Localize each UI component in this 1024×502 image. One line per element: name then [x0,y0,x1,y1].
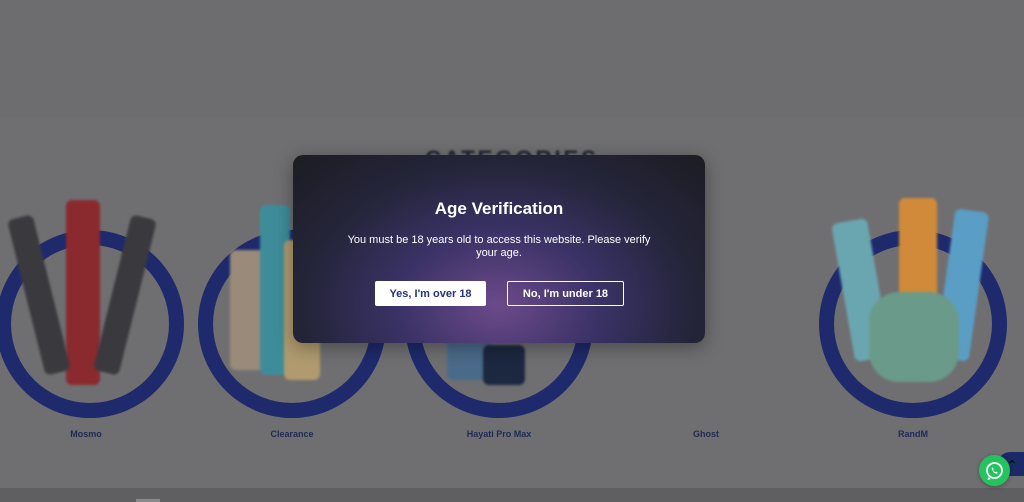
category-randm[interactable]: RandM [813,0,1013,460]
whatsapp-icon [986,462,1003,480]
modal-message: You must be 18 years old to access this … [347,234,651,259]
product-image [869,292,959,382]
category-label: RandM [898,429,928,439]
footer-strip [0,488,1024,502]
whatsapp-button[interactable] [979,455,1010,486]
category-mosmo[interactable]: Mosmo [0,0,186,460]
confirm-age-button[interactable]: Yes, I'm over 18 [375,281,486,306]
modal-title: Age Verification [434,199,564,218]
category-label: Mosmo [70,429,102,439]
category-label: Ghost [693,429,719,439]
product-image [483,345,525,385]
age-verification-modal: Age Verification You must be 18 years ol… [293,155,705,343]
deny-age-button[interactable]: No, I'm under 18 [507,281,624,306]
category-label: Hayati Pro Max [466,429,532,439]
category-label: Clearance [270,429,314,439]
